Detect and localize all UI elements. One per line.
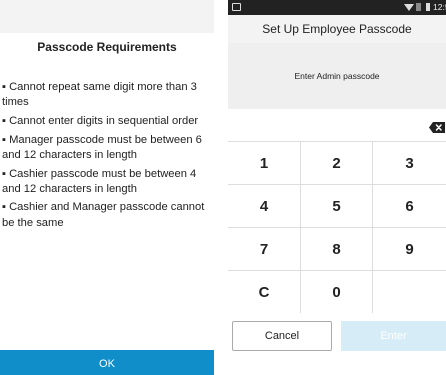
- backspace-icon[interactable]: [429, 122, 445, 133]
- battery-icon: [426, 3, 430, 11]
- key-5[interactable]: 5: [301, 185, 373, 228]
- key-9[interactable]: 9: [373, 228, 446, 271]
- requirements-panel: Passcode Requirements Cannot repeat same…: [0, 0, 214, 375]
- key-empty: [373, 271, 446, 314]
- key-1[interactable]: 1: [228, 142, 301, 185]
- cancel-button[interactable]: Cancel: [232, 321, 332, 351]
- requirement-item: Cashier passcode must be between 4 and 1…: [2, 167, 212, 197]
- status-bar: 12:58: [228, 0, 446, 15]
- requirement-item: Manager passcode must be between 6 and 1…: [2, 133, 212, 163]
- page-title: Set Up Employee Passcode: [228, 15, 446, 43]
- requirement-item: Cannot enter digits in sequential order: [2, 114, 212, 129]
- key-2[interactable]: 2: [301, 142, 373, 185]
- sim-icon: [416, 3, 421, 11]
- passcode-prompt: Enter Admin passcode: [294, 71, 380, 81]
- passcode-setup-screen: 12:58 Set Up Employee Passcode Enter Adm…: [228, 0, 446, 375]
- key-clear[interactable]: C: [228, 271, 301, 314]
- key-7[interactable]: 7: [228, 228, 301, 271]
- wifi-icon: [404, 4, 414, 11]
- key-8[interactable]: 8: [301, 228, 373, 271]
- requirement-item: Cashier and Manager passcode cannot be t…: [2, 200, 212, 230]
- requirements-list: Cannot repeat same digit more than 3 tim…: [2, 80, 212, 234]
- enter-button[interactable]: Enter: [341, 321, 446, 351]
- requirements-top-bar: [0, 0, 214, 33]
- passcode-display: Enter Admin passcode: [228, 43, 446, 109]
- key-0[interactable]: 0: [301, 271, 373, 314]
- number-keypad: 1 2 3 4 5 6 7 8 9 C 0: [228, 141, 446, 314]
- action-bar: Cancel Enter: [228, 313, 446, 375]
- requirements-title: Passcode Requirements: [37, 40, 177, 54]
- requirement-item: Cannot repeat same digit more than 3 tim…: [2, 80, 212, 110]
- key-3[interactable]: 3: [373, 142, 446, 185]
- key-4[interactable]: 4: [228, 185, 301, 228]
- image-icon: [232, 3, 241, 11]
- ok-button[interactable]: OK: [0, 350, 214, 375]
- status-time: 12:58: [433, 2, 446, 12]
- key-6[interactable]: 6: [373, 185, 446, 228]
